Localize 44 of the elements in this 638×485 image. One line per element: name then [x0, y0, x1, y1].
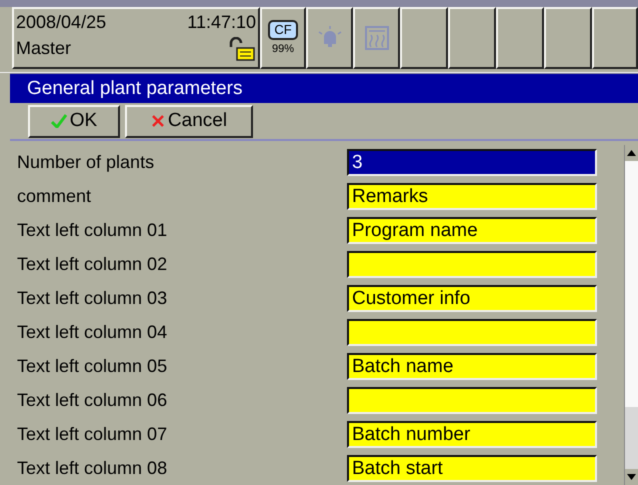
parameter-label: Text left column 04 — [16, 320, 168, 344]
scroll-down-icon[interactable] — [625, 469, 638, 485]
value-field[interactable] — [347, 318, 597, 346]
ok-button[interactable]: OK — [28, 104, 120, 138]
toolbar-slot[interactable] — [400, 7, 448, 69]
panel-icon — [364, 25, 390, 51]
value-field[interactable]: Batch start — [347, 454, 597, 482]
parameter-label: Text left column 03 — [16, 286, 168, 310]
close-icon — [150, 114, 165, 128]
cancel-button[interactable]: Cancel — [125, 104, 253, 138]
value-field[interactable] — [347, 250, 597, 278]
scrollbar-thumb[interactable] — [625, 407, 638, 469]
value-field[interactable]: 3 — [347, 148, 597, 176]
parameter-label: Text left column 06 — [16, 388, 168, 412]
parameter-label: Text left column 05 — [16, 354, 168, 378]
value-field[interactable]: Batch name — [347, 352, 597, 380]
value-field[interactable]: Customer info — [347, 284, 597, 312]
alarm-button[interactable] — [306, 7, 353, 69]
date-text: 2008/04/25 — [16, 11, 106, 34]
value-field[interactable]: Remarks — [347, 182, 597, 210]
scroll-up-icon[interactable] — [625, 145, 638, 161]
scrollbar[interactable] — [624, 145, 638, 485]
usage-text: 99% — [272, 42, 294, 56]
parameter-label: Text left column 01 — [16, 218, 168, 242]
parameter-label: Text left column 02 — [16, 252, 168, 276]
parameter-label: Text left column 08 — [16, 456, 168, 480]
user-text: Master — [16, 37, 72, 60]
time-text: 11:47:10 — [187, 11, 256, 34]
checkmark-icon — [50, 114, 67, 128]
dialog-title: General plant parameters — [27, 78, 242, 99]
panel-button[interactable] — [353, 7, 400, 69]
parameter-label: Text left column 07 — [16, 422, 168, 446]
toolbar-slot[interactable] — [592, 7, 638, 69]
parameter-label: comment — [16, 184, 92, 208]
value-field[interactable]: Program name — [347, 216, 597, 244]
storage-status-cell[interactable]: CF 99% — [260, 7, 306, 69]
unlocked-padlock-icon[interactable] — [228, 37, 256, 61]
value-field[interactable] — [347, 386, 597, 414]
toolbar-slot[interactable] — [496, 7, 544, 69]
card-label: CF — [268, 20, 298, 40]
value-field[interactable]: Batch number — [347, 420, 597, 448]
toolbar-slot[interactable] — [448, 7, 496, 69]
toolbar-slot[interactable] — [544, 7, 592, 69]
parameter-label: Number of plants — [16, 150, 156, 174]
